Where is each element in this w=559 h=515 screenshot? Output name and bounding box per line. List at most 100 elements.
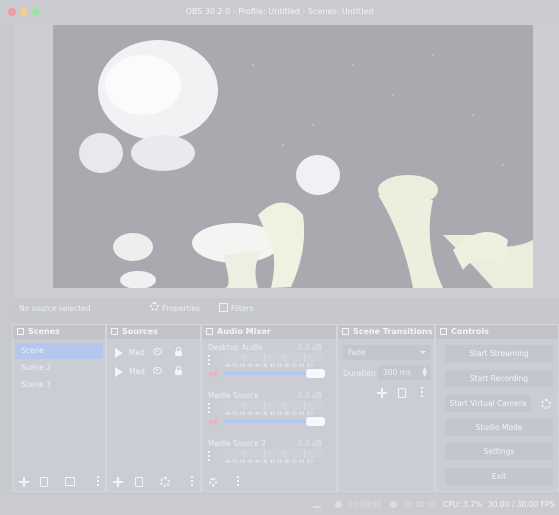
settings-button[interactable]: Settings bbox=[445, 443, 553, 460]
play-icon bbox=[115, 367, 123, 377]
remove-transition-button[interactable] bbox=[398, 388, 406, 398]
controls-dock: Controls Start Streaming Start Recording… bbox=[435, 324, 559, 492]
add-transition-button[interactable] bbox=[377, 388, 387, 398]
preview-video-frame bbox=[53, 25, 533, 288]
exit-button[interactable]: Exit bbox=[445, 468, 553, 485]
audio-mixer-dock: Audio Mixer Desktop Audio 0.0 dB -60 -55… bbox=[201, 324, 337, 492]
scene-item-scene-3[interactable]: Scene 3 bbox=[15, 377, 103, 393]
stepper-arrows-icon[interactable]: ▲ ▼ bbox=[422, 367, 427, 378]
source-properties-gear-icon[interactable] bbox=[160, 477, 170, 487]
visibility-eye-icon[interactable] bbox=[153, 367, 162, 374]
mute-speaker-icon[interactable] bbox=[209, 370, 219, 378]
window-title: OBS 30.2.0 - Profile: Untitled - Scenes:… bbox=[185, 7, 374, 16]
sources-title: Sources bbox=[122, 327, 158, 336]
dock-icon bbox=[111, 328, 118, 335]
volume-slider-knob[interactable] bbox=[306, 417, 325, 426]
volume-meter bbox=[224, 449, 324, 458]
remove-source-button[interactable] bbox=[135, 477, 143, 487]
scene-transitions-dock: Scene Transitions Fade Duration 300 ms ▲… bbox=[337, 324, 435, 492]
scene-filters-button[interactable] bbox=[65, 477, 75, 486]
transition-select[interactable]: Fade bbox=[343, 345, 431, 360]
start-virtual-camera-button[interactable]: Start Virtual Camera bbox=[445, 395, 531, 412]
volume-meter bbox=[224, 401, 324, 410]
jellyfish-scene-image bbox=[53, 25, 533, 288]
sources-dock-title: Sources bbox=[107, 325, 200, 339]
obs-window: OBS 30.2.0 - Profile: Untitled - Scenes:… bbox=[0, 0, 559, 515]
scene-transitions-dock-title: Scene Transitions bbox=[338, 325, 434, 339]
studio-mode-button[interactable]: Studio Mode bbox=[445, 419, 553, 436]
channel-name: Desktop Audio bbox=[208, 343, 263, 352]
play-icon bbox=[115, 348, 123, 358]
audio-settings-gear-icon[interactable] bbox=[209, 478, 217, 486]
controls-title: Controls bbox=[451, 327, 489, 336]
mixer-channel-media-source: Media Source 0.0 dB -60 -55 -50 -45 -40 … bbox=[208, 391, 326, 436]
volume-meter bbox=[224, 353, 324, 362]
channel-name: Media Source bbox=[208, 391, 259, 400]
filter-icon bbox=[219, 303, 228, 312]
network-bars-icon bbox=[313, 501, 321, 508]
source-name: Med bbox=[129, 367, 145, 376]
scenes-dock-title: Scenes bbox=[13, 325, 105, 339]
record-time: 00:00:00 bbox=[403, 500, 437, 509]
dock-icon bbox=[17, 328, 24, 335]
add-scene-button[interactable] bbox=[19, 477, 29, 487]
preview-canvas[interactable] bbox=[13, 24, 559, 298]
properties-button[interactable]: Properties bbox=[162, 304, 200, 313]
start-recording-button[interactable]: Start Recording bbox=[445, 370, 553, 387]
dock-icon bbox=[206, 328, 213, 335]
channel-db: 0.0 dB bbox=[297, 343, 322, 352]
dock-icon bbox=[440, 328, 447, 335]
gear-icon bbox=[150, 302, 159, 311]
scene-item-scene-2[interactable]: Scene 2 bbox=[15, 360, 103, 376]
no-source-selected-label: No source selected bbox=[19, 304, 91, 313]
sources-dock: Sources Med Med bbox=[106, 324, 201, 492]
source-name: Med bbox=[129, 348, 145, 357]
start-streaming-button[interactable]: Start Streaming bbox=[445, 345, 553, 362]
stream-status-icon bbox=[335, 501, 342, 508]
transition-menu-button[interactable] bbox=[421, 387, 424, 399]
source-item[interactable]: Med bbox=[113, 345, 201, 359]
volume-slider-knob[interactable] bbox=[306, 369, 325, 378]
meter-ticks: -60 -55 -50 -45 -40 -35 -30 -25 -20 -15 … bbox=[224, 459, 313, 464]
duration-value: 300 ms bbox=[383, 368, 411, 377]
transition-select-value: Fade bbox=[348, 348, 366, 357]
status-bar: 00:00:00 00:00:00 CPU: 3.7% 30.00 / 30.0… bbox=[0, 495, 559, 515]
chevron-down-icon bbox=[420, 351, 426, 354]
channel-db: 0.0 dB bbox=[297, 439, 322, 448]
audio-mixer-menu-button[interactable] bbox=[237, 476, 240, 488]
cpu-usage: CPU: 3.7% bbox=[443, 500, 483, 509]
mixer-channel-desktop-audio: Desktop Audio 0.0 dB -60 -55 -50 -45 -40… bbox=[208, 343, 326, 388]
duration-label: Duration bbox=[343, 369, 376, 378]
source-context-bar: No source selected Properties Filters bbox=[13, 298, 559, 320]
add-source-button[interactable] bbox=[113, 477, 123, 487]
channel-name: Media Source 2 bbox=[208, 439, 266, 448]
mute-speaker-icon[interactable] bbox=[209, 418, 219, 426]
title-bar: OBS 30.2.0 - Profile: Untitled - Scenes:… bbox=[0, 0, 559, 24]
channel-menu-button[interactable] bbox=[208, 451, 211, 465]
source-item[interactable]: Med bbox=[113, 364, 201, 378]
channel-menu-button[interactable] bbox=[208, 403, 211, 417]
visibility-eye-icon[interactable] bbox=[153, 348, 162, 355]
dock-icon bbox=[342, 328, 349, 335]
scene-transitions-title: Scene Transitions bbox=[353, 327, 433, 336]
virtual-camera-settings-gear-icon[interactable] bbox=[541, 399, 551, 409]
filters-button[interactable]: Filters bbox=[231, 304, 253, 313]
stream-time: 00:00:00 bbox=[348, 500, 382, 509]
remove-scene-button[interactable] bbox=[40, 477, 48, 487]
lock-icon[interactable] bbox=[175, 347, 182, 356]
lock-icon[interactable] bbox=[175, 366, 182, 375]
scenes-dock: Scenes Scene Scene 2 Scene 3 bbox=[12, 324, 106, 492]
scenes-title: Scenes bbox=[28, 327, 60, 336]
mixer-channel-media-source-2: Media Source 2 0.0 dB -60 -55 -50 -45 -4… bbox=[208, 439, 326, 467]
controls-dock-title: Controls bbox=[436, 325, 558, 339]
audio-mixer-dock-title: Audio Mixer bbox=[202, 325, 336, 339]
audio-mixer-title: Audio Mixer bbox=[217, 327, 271, 336]
duration-spinbox[interactable]: 300 ms ▲ ▼ bbox=[378, 365, 431, 380]
scene-item-scene[interactable]: Scene bbox=[15, 343, 103, 359]
channel-db: 0.0 dB bbox=[297, 391, 322, 400]
scene-menu-button[interactable] bbox=[97, 476, 100, 488]
record-status-icon bbox=[390, 501, 397, 508]
channel-menu-button[interactable] bbox=[208, 355, 211, 369]
fps-readout: 30.00 / 30.00 FPS bbox=[488, 500, 555, 509]
source-menu-button[interactable] bbox=[191, 476, 194, 488]
